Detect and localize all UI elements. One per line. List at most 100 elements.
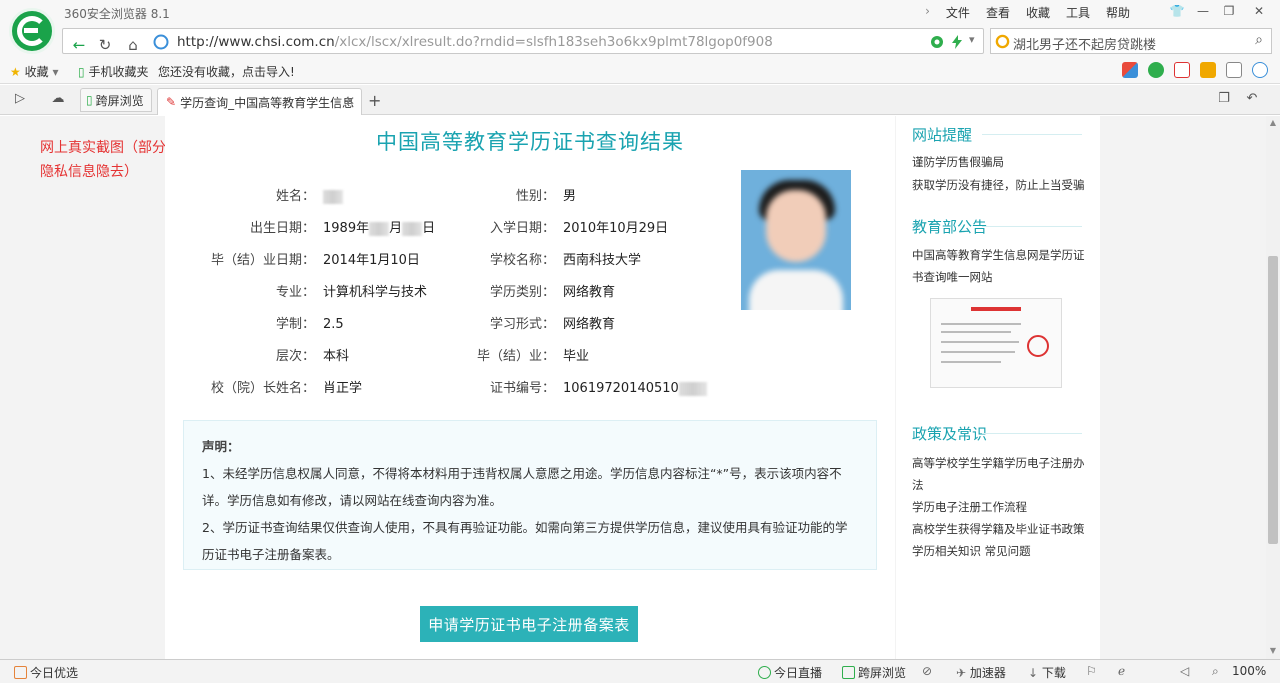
annotation-note: 网上真实截图（部分隐私信息隐去） <box>40 140 166 180</box>
favorites-menu[interactable]: ★ 收藏 ▾ <box>10 63 58 80</box>
field-certificate-number: 证书编号： 10619720140510 <box>455 377 707 396</box>
redacted-value <box>369 221 390 236</box>
cross-screen-status[interactable]: 跨屏浏览 <box>842 664 906 681</box>
field-president: 校（院）长姓名： 肖正学 <box>210 381 363 396</box>
screenshot-icon[interactable] <box>1200 62 1216 78</box>
minimize-button[interactable]: — <box>1190 0 1216 22</box>
phone-icon <box>842 666 855 679</box>
chevron-right-icon[interactable]: › <box>917 4 938 21</box>
vertical-scrollbar[interactable]: ▲ ▼ <box>1266 116 1280 659</box>
search-icon[interactable]: ⌕ <box>1255 32 1263 48</box>
address-bar[interactable]: ← ↻ ⌂ http://www.chsi.com.cn/xlcx/lscx/x… <box>62 28 984 54</box>
redacted-value <box>323 189 343 204</box>
window-controls: 👕 — ❐ ✕ <box>1164 0 1276 22</box>
yen-icon[interactable] <box>1148 62 1164 78</box>
field-gender: 性别：男 <box>515 189 577 204</box>
maximize-button[interactable]: ❐ <box>1216 0 1242 22</box>
accelerator[interactable]: ✈ 加速器 <box>956 664 1006 681</box>
download-status[interactable]: ↓ 下载 <box>1028 664 1066 681</box>
sidebar-link[interactable]: 法 <box>912 474 924 496</box>
phone-icon: ▯ <box>86 93 93 107</box>
sidebar-link[interactable]: 学历电子注册工作流程 <box>912 496 1027 518</box>
cloud-icon[interactable]: ☁ <box>48 91 68 109</box>
flag-icon[interactable]: ⚐ <box>1086 664 1097 678</box>
declaration-box: 声明： 1、未经学历信息权属人同意，不得将本材料用于违背权属人意愿之用途。学历信… <box>183 420 877 570</box>
section-title-announcements: 教育部公告 <box>912 218 988 236</box>
scroll-thumb[interactable] <box>1268 256 1278 544</box>
declaration-text-2: 2、学历证书查询结果仅供查询人使用，不具有再验证功能。如需向第三方提供学历信息，… <box>202 520 848 562</box>
navigation-bar: ← ↻ ⌂ http://www.chsi.com.cn/xlcx/lscx/x… <box>0 24 1280 58</box>
declaration-text-1: 1、未经学历信息权属人同意，不得将本材料用于违背权属人意愿之用途。学历信息内容标… <box>202 466 842 508</box>
field-graduation-status: 毕（结）业： 毕业 <box>476 349 590 364</box>
menu-favorites[interactable]: 收藏 <box>1018 4 1058 21</box>
tab-active[interactable]: ✎ 学历查询_中国高等教育学生信息 ✕ <box>157 88 362 115</box>
back-arrow-icon[interactable]: ← <box>67 34 91 56</box>
field-graduation-date: 毕（结）业日期： 2014年1月10日 <box>210 253 420 268</box>
sidebar: 网站提醒 谨防学历售假骗局 获取学历没有捷径，防止上当受骗 教育部公告 中国高等… <box>896 116 1100 659</box>
favorites-bar: ★ 收藏 ▾ ▯ 手机收藏夹 您还没有收藏，点击导入! <box>0 58 1280 84</box>
new-tab-button[interactable]: + <box>368 91 381 110</box>
scroll-down-icon[interactable]: ▼ <box>1268 646 1278 656</box>
search-input[interactable]: 湖北男子还不起房贷跳楼 <box>1013 34 1156 53</box>
today-picks[interactable]: 今日优选 <box>14 664 78 681</box>
sidebar-link[interactable]: 高等学校学生学籍学历电子注册办 <box>912 452 1085 474</box>
page-title: 中国高等教育学历证书查询结果 <box>376 130 684 154</box>
tab-cross-screen[interactable]: ▯ 跨屏浏览 <box>80 88 152 112</box>
close-tab-icon[interactable]: ✕ <box>345 94 355 108</box>
volume-icon[interactable]: ◁ <box>1180 664 1189 678</box>
address-dropdown-icon[interactable]: ▾ <box>969 33 975 46</box>
redacted-value <box>678 381 707 396</box>
apply-registration-button[interactable]: 申请学历证书电子注册备案表 <box>420 606 638 642</box>
rocket-icon: ✈ <box>956 666 967 680</box>
sidebar-link[interactable]: 高校学生获得学籍及毕业证书政策 <box>912 518 1085 540</box>
refresh-icon[interactable]: ↻ <box>93 34 117 56</box>
zoom-tool-icon[interactable] <box>1252 62 1268 78</box>
menu-tools[interactable]: 工具 <box>1058 4 1098 21</box>
scroll-up-icon[interactable]: ▲ <box>1268 118 1278 128</box>
search-engine-icon[interactable] <box>995 34 1010 49</box>
lightning-icon[interactable] <box>949 34 965 50</box>
certificate-thumbnail[interactable] <box>930 298 1062 388</box>
tab-list-icon[interactable]: ❐ <box>1214 91 1234 109</box>
status-bar: 今日优选 今日直播 跨屏浏览 ⊘ ✈ 加速器 ↓ 下载 ⚐ ℯ ◁ ⌕ 100% <box>0 659 1280 683</box>
app-title: 360安全浏览器 8.1 <box>64 7 170 21</box>
search-box[interactable]: 湖北男子还不起房贷跳楼 ⌕ <box>990 28 1272 54</box>
redacted-value <box>402 221 423 236</box>
phone-icon: ▯ <box>78 65 85 79</box>
zoom-icon[interactable]: ⌕ <box>1212 664 1219 679</box>
today-live[interactable]: 今日直播 <box>758 664 822 681</box>
sidebar-link[interactable]: 获取学历没有捷径，防止上当受骗 <box>912 174 1085 196</box>
menu-help[interactable]: 帮助 <box>1098 4 1138 21</box>
field-name: 姓名： <box>185 185 343 204</box>
field-birthdate: 出生日期： 1989年月日 <box>249 221 436 236</box>
extension-toolbar <box>1122 62 1268 78</box>
mobile-favorites-link[interactable]: ▯ 手机收藏夹 <box>78 63 148 80</box>
menu-view[interactable]: 查看 <box>978 4 1018 21</box>
security-shield-icon[interactable] <box>929 34 945 50</box>
apps-icon[interactable] <box>1122 62 1138 78</box>
ie-icon[interactable]: ℯ <box>1118 664 1125 678</box>
home-icon[interactable]: ⌂ <box>121 34 145 56</box>
declaration-heading: 声明： <box>202 439 240 454</box>
image-icon[interactable] <box>1226 62 1242 78</box>
sidebar-link[interactable]: 中国高等教育学生信息网是学历证 <box>912 244 1085 266</box>
zoom-level[interactable]: 100% <box>1232 664 1266 678</box>
sidebar-link[interactable]: 学历相关知识 常见问题 <box>912 540 1031 562</box>
download-icon: ↓ <box>1028 666 1039 680</box>
translate-icon[interactable] <box>1174 62 1190 78</box>
menu-file[interactable]: 文件 <box>938 4 978 21</box>
gift-icon <box>14 666 27 679</box>
web-page: 网上真实截图（部分隐私信息隐去） 中国高等教育学历证书查询结果 姓名： 出生日期… <box>0 116 1266 659</box>
skin-icon[interactable]: 👕 <box>1164 0 1190 22</box>
result-panel: 中国高等教育学历证书查询结果 姓名： 出生日期： 1989年月日 毕（结）业日期：… <box>165 116 895 659</box>
sidebar-link[interactable]: 书查询唯一网站 <box>912 266 993 288</box>
import-hint[interactable]: 您还没有收藏，点击导入! <box>158 63 295 80</box>
url-text[interactable]: http://www.chsi.com.cn/xlcx/lscx/xlresul… <box>177 34 773 50</box>
sidebar-link[interactable]: 谨防学历售假骗局 <box>912 151 1004 173</box>
speed-icon[interactable]: ⊘ <box>922 664 932 678</box>
close-window-button[interactable]: ✕ <box>1242 0 1276 22</box>
sidebar-toggle-icon[interactable]: ▷ <box>10 91 30 109</box>
undo-close-icon[interactable]: ↶ <box>1242 91 1262 109</box>
field-school: 学校名称： 西南科技大学 <box>489 253 642 268</box>
section-title-policies: 政策及常识 <box>912 425 988 443</box>
